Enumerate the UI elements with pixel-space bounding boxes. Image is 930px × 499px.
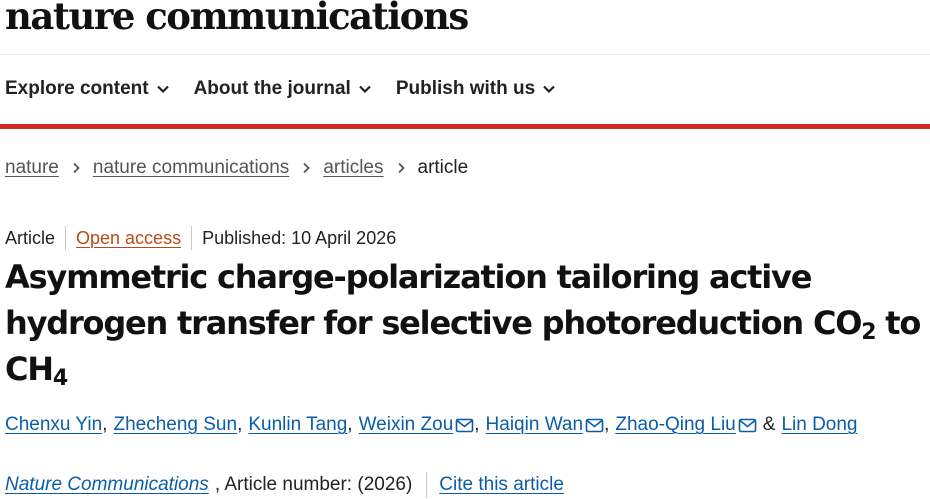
email-icon[interactable] — [455, 418, 474, 433]
author-link[interactable]: Zhao-Qing Liu — [615, 414, 735, 436]
chevron-down-icon — [543, 85, 555, 94]
nav-label: Explore content — [5, 78, 149, 99]
author-link[interactable]: Weixin Zou — [359, 414, 454, 436]
nav-explore-content[interactable]: Explore content — [5, 78, 170, 100]
accent-bar — [0, 124, 930, 129]
author-link[interactable]: Haiqin Wan — [486, 414, 584, 436]
author-separator: , — [237, 414, 243, 435]
nav-label: About the journal — [193, 78, 351, 99]
author-separator: & — [762, 414, 776, 435]
email-icon[interactable] — [585, 418, 604, 433]
chevron-right-icon — [397, 162, 405, 174]
chevron-down-icon — [359, 85, 371, 94]
breadcrumb-link-nature[interactable]: nature — [5, 157, 59, 179]
chevron-right-icon — [73, 162, 80, 174]
published-date: Published: 10 April 2026 — [202, 227, 397, 248]
author-link[interactable]: Lin Dong — [781, 414, 857, 436]
author-list: Chenxu Yin, Zhecheng Sun, Kunlin Tang, Weix… — [5, 414, 858, 436]
nav-label: Publish with us — [395, 78, 536, 99]
author-separator: , — [347, 414, 353, 435]
meta-divider — [65, 226, 67, 250]
journal-name-link[interactable]: Nature Communications — [5, 474, 209, 496]
article-meta: Article Open access Published: 10 April … — [5, 226, 396, 250]
meta-divider — [191, 226, 193, 250]
breadcrumb-link-articles[interactable]: articles — [323, 157, 383, 179]
title-text: Asymmetric charge-polarization tailoring… — [5, 258, 862, 342]
author-separator: , — [474, 414, 480, 435]
nav-about-journal[interactable]: About the journal — [194, 78, 372, 100]
citation-line: Nature Communications , Article number: … — [5, 472, 564, 498]
author-link[interactable]: Kunlin Tang — [248, 414, 347, 436]
author-separator: , — [102, 414, 108, 435]
cite-article-link[interactable]: Cite this article — [439, 474, 564, 496]
nav-publish-with-us[interactable]: Publish with us — [396, 78, 556, 100]
article-type: Article — [5, 227, 56, 248]
main-nav: Explore content About the journal Publis… — [5, 78, 580, 100]
chevron-down-icon — [156, 85, 169, 94]
breadcrumb-current: article — [417, 157, 469, 178]
open-access-link[interactable]: Open access — [76, 228, 181, 249]
journal-brand[interactable]: nature communications — [5, 0, 469, 38]
article-title: Asymmetric charge-polarization tailoring… — [5, 254, 930, 392]
chevron-right-icon — [303, 162, 311, 174]
author-link[interactable]: Zhecheng Sun — [113, 414, 237, 436]
title-subscript: 2 — [861, 320, 876, 345]
article-number: , Article number: (2026) — [214, 474, 413, 495]
email-icon[interactable] — [738, 418, 757, 433]
citation-divider — [426, 472, 428, 498]
author-link[interactable]: Chenxu Yin — [5, 414, 102, 436]
breadcrumb: nature nature communications articles ar… — [5, 157, 468, 179]
title-subscript: 4 — [52, 366, 68, 391]
breadcrumb-link-nature-communications[interactable]: nature communications — [93, 157, 289, 179]
author-separator: , — [604, 414, 610, 435]
header-divider — [0, 54, 930, 55]
